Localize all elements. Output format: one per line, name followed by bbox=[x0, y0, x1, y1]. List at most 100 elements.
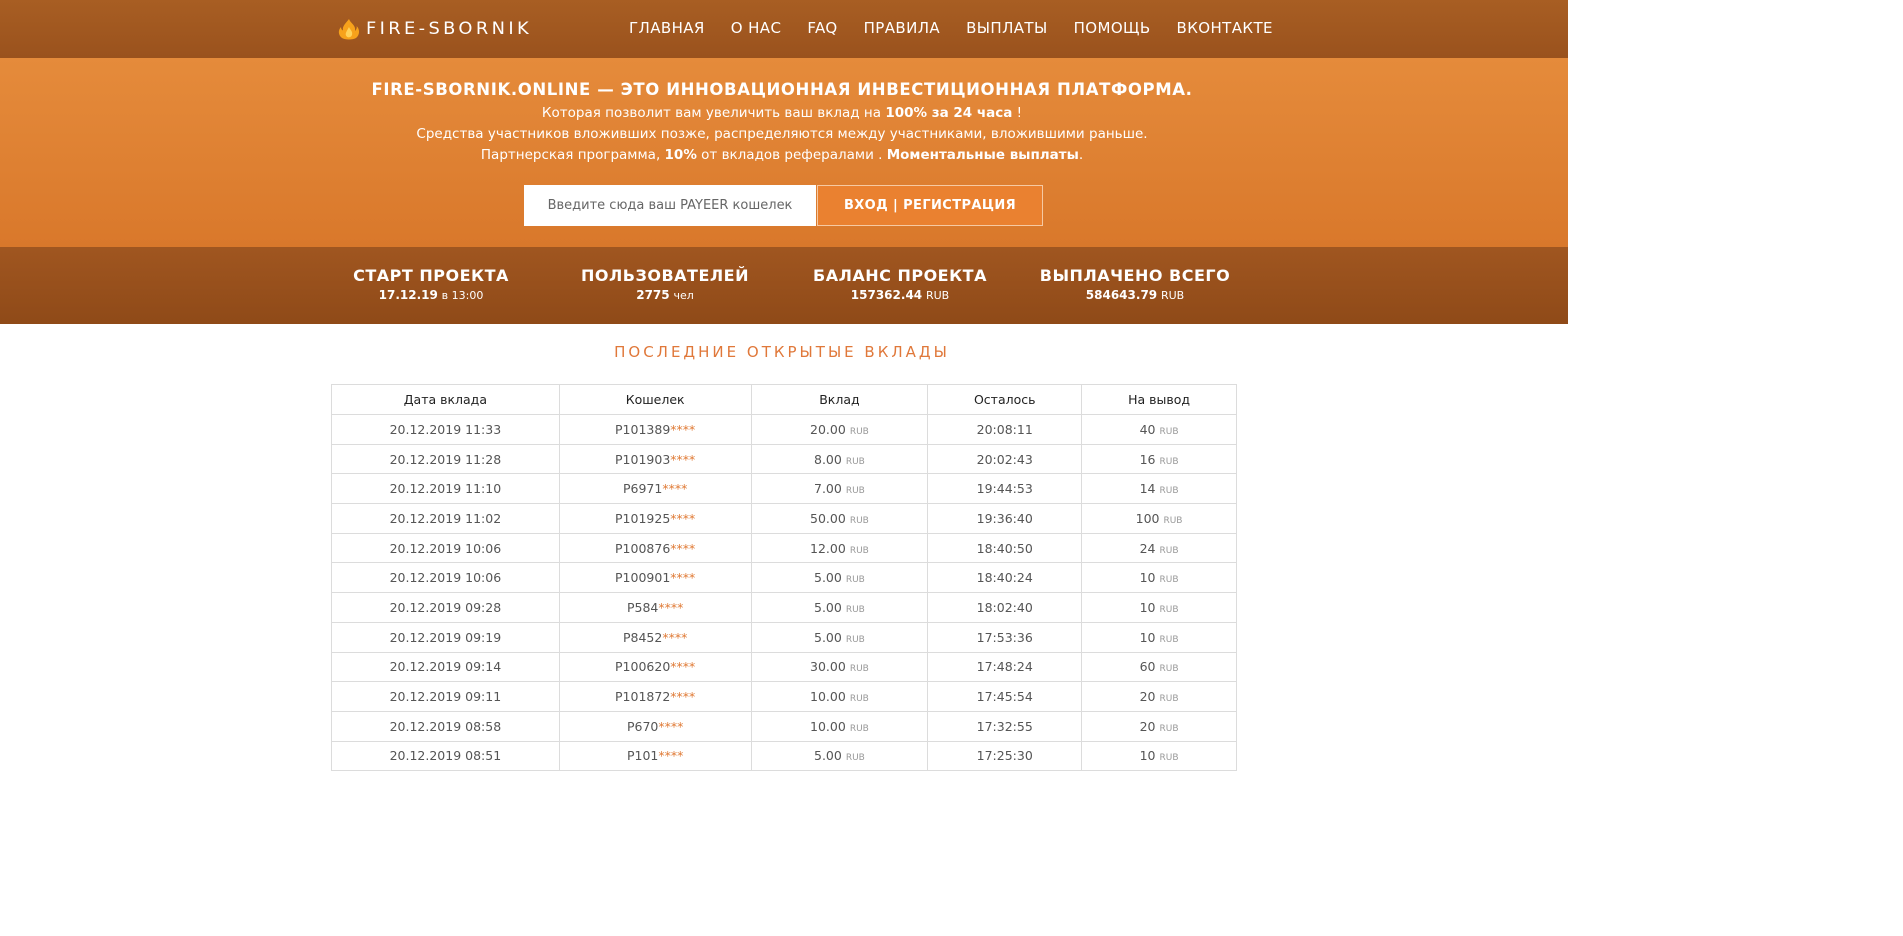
payout-value: 60 bbox=[1139, 659, 1156, 675]
hero-line-3-bold-payouts: Моментальные выплаты bbox=[886, 147, 1079, 163]
deposits-table-body: 20.12.2019 11:33 P101389**** 20.00 RUB 20:0… bbox=[331, 414, 1237, 772]
column-header-wallet: Кошелек bbox=[558, 384, 752, 415]
currency-label: RUB bbox=[845, 486, 865, 497]
currency-label: RUB bbox=[1159, 723, 1179, 734]
wallet-mask: **** bbox=[670, 570, 696, 586]
table-header-row: Дата вклада Кошелек Вклад Осталось На вы… bbox=[331, 384, 1237, 415]
nav-payouts[interactable]: ВЫПЛАТЫ bbox=[966, 19, 1048, 37]
cell-wallet: P101389**** bbox=[558, 414, 752, 445]
column-header-amount: Вклад bbox=[750, 384, 929, 415]
currency-label: RUB bbox=[845, 634, 865, 645]
stats-bar: СТАРТ ПРОЕКТА 17.12.19 в 13:00 ПОЛЬЗОВАТ… bbox=[0, 247, 1568, 324]
amount-value: 10.00 bbox=[810, 718, 846, 734]
site-logo[interactable]: FIRE-SBORNIK bbox=[336, 18, 529, 40]
cell-payout: 14 RUB bbox=[1081, 473, 1237, 505]
cell-wallet: P8452**** bbox=[558, 621, 752, 653]
table-row: 20.12.2019 09:14 P100620**** 30.00 RUB 17:4… bbox=[331, 651, 1237, 683]
nav-faq[interactable]: FAQ bbox=[807, 19, 837, 37]
payeer-wallet-input[interactable] bbox=[524, 185, 816, 226]
wallet-mask: **** bbox=[658, 599, 684, 615]
wallet-id: P584 bbox=[626, 599, 659, 615]
currency-label: RUB bbox=[1159, 575, 1179, 586]
cell-wallet: P101903**** bbox=[558, 443, 752, 475]
deposits-section-title: ПОСЛЕДНИЕ ОТКРЫТЫЕ ВКЛАДЫ bbox=[614, 343, 950, 361]
amount-value: 5.00 bbox=[814, 629, 842, 645]
stat-project-balance: БАЛАНС ПРОЕКТА 157362.44 RUB bbox=[800, 266, 1000, 302]
wallet-id: P101 bbox=[626, 748, 659, 764]
payout-value: 14 bbox=[1139, 481, 1156, 497]
stat-number: 584643.79 bbox=[1085, 288, 1158, 302]
cell-payout: 20 RUB bbox=[1081, 710, 1237, 742]
stat-total-paid: ВЫПЛАЧЕНО ВСЕГО 584643.79 RUB bbox=[1035, 266, 1235, 302]
payout-value: 10 bbox=[1139, 748, 1156, 764]
flame-icon bbox=[338, 19, 360, 40]
cell-date: 20.12.2019 11:28 bbox=[331, 443, 560, 475]
cell-remaining: 18:40:50 bbox=[927, 532, 1083, 564]
wallet-id: P101389 bbox=[615, 421, 671, 437]
table-row: 20.12.2019 11:33 P101389**** 20.00 RUB 20:0… bbox=[331, 414, 1237, 445]
wallet-mask: **** bbox=[670, 421, 696, 437]
hero-line-2: Средства участников вложивших позже, рас… bbox=[416, 126, 1148, 142]
cell-wallet: P100901**** bbox=[558, 562, 752, 594]
cell-payout: 10 RUB bbox=[1081, 621, 1237, 653]
nav-rules[interactable]: ПРАВИЛА bbox=[864, 19, 940, 37]
cell-date: 20.12.2019 11:10 bbox=[331, 473, 560, 505]
cell-remaining: 17:25:30 bbox=[927, 740, 1083, 772]
payout-value: 40 bbox=[1139, 421, 1156, 437]
stat-label: ВЫПЛАЧЕНО ВСЕГО bbox=[1039, 266, 1231, 285]
table-row: 20.12.2019 10:06 P100901**** 5.00 RUB 18:40… bbox=[331, 562, 1237, 594]
cell-remaining: 20:08:11 bbox=[927, 414, 1083, 445]
column-header-payout: На вывод bbox=[1081, 384, 1237, 415]
amount-value: 5.00 bbox=[814, 748, 842, 764]
wallet-id: P100620 bbox=[615, 659, 671, 675]
stat-unit: RUB bbox=[1160, 289, 1185, 302]
nav-about[interactable]: О НАС bbox=[731, 19, 782, 37]
cell-payout: 20 RUB bbox=[1081, 681, 1237, 712]
amount-value: 5.00 bbox=[814, 599, 842, 615]
cell-wallet: P6971**** bbox=[558, 473, 752, 505]
currency-label: RUB bbox=[1159, 604, 1179, 615]
wallet-id: P6971 bbox=[622, 481, 663, 497]
cell-wallet: P101925**** bbox=[558, 503, 752, 534]
table-row: 20.12.2019 08:51 P101**** 5.00 RUB 17:25:30… bbox=[331, 740, 1237, 772]
cell-amount: 5.00 RUB bbox=[750, 592, 929, 623]
payout-value: 100 bbox=[1135, 510, 1160, 526]
currency-label: RUB bbox=[849, 694, 869, 705]
cell-amount: 20.00 RUB bbox=[750, 414, 929, 445]
stat-unit: RUB bbox=[925, 289, 950, 302]
nav-vkontakte[interactable]: ВКОНТАКТЕ bbox=[1177, 19, 1273, 37]
nav-help[interactable]: ПОМОЩЬ bbox=[1074, 19, 1151, 37]
stat-number: 2775 bbox=[636, 288, 670, 302]
currency-label: RUB bbox=[849, 426, 869, 437]
cell-date: 20.12.2019 11:33 bbox=[331, 414, 560, 445]
cell-payout: 24 RUB bbox=[1081, 532, 1237, 564]
cell-payout: 100 RUB bbox=[1081, 503, 1237, 534]
main-nav: ГЛАВНАЯ О НАС FAQ ПРАВИЛА ВЫПЛАТЫ ПОМОЩЬ… bbox=[629, 19, 1273, 37]
currency-label: RUB bbox=[1163, 515, 1183, 526]
table-row: 20.12.2019 11:28 P101903**** 8.00 RUB 20:02… bbox=[331, 443, 1237, 475]
stat-unit: чел bbox=[673, 289, 694, 302]
amount-value: 30.00 bbox=[810, 659, 846, 675]
login-register-button[interactable]: ВХОД | РЕГИСТРАЦИЯ bbox=[817, 185, 1043, 226]
stat-project-start: СТАРТ ПРОЕКТА 17.12.19 в 13:00 bbox=[331, 266, 531, 302]
amount-value: 5.00 bbox=[814, 570, 842, 586]
cell-date: 20.12.2019 10:06 bbox=[331, 532, 560, 564]
amount-value: 8.00 bbox=[814, 451, 842, 467]
cell-remaining: 20:02:43 bbox=[927, 443, 1083, 475]
wallet-id: P101903 bbox=[615, 451, 671, 467]
stat-unit: в 13:00 bbox=[441, 289, 484, 302]
cell-amount: 10.00 RUB bbox=[750, 710, 929, 742]
deposits-table: Дата вклада Кошелек Вклад Осталось На вы… bbox=[331, 384, 1237, 772]
wallet-id: P100901 bbox=[615, 570, 671, 586]
cell-date: 20.12.2019 09:14 bbox=[331, 651, 560, 683]
nav-home[interactable]: ГЛАВНАЯ bbox=[629, 19, 705, 37]
currency-label: RUB bbox=[845, 575, 865, 586]
cell-wallet: P101**** bbox=[558, 740, 752, 772]
cell-payout: 10 RUB bbox=[1081, 740, 1237, 772]
currency-label: RUB bbox=[849, 664, 869, 675]
cell-date: 20.12.2019 08:58 bbox=[331, 710, 560, 742]
cell-amount: 30.00 RUB bbox=[750, 651, 929, 683]
stat-label: ПОЛЬЗОВАТЕЛЕЙ bbox=[581, 266, 749, 285]
amount-value: 50.00 bbox=[810, 510, 846, 526]
payout-value: 10 bbox=[1139, 629, 1156, 645]
